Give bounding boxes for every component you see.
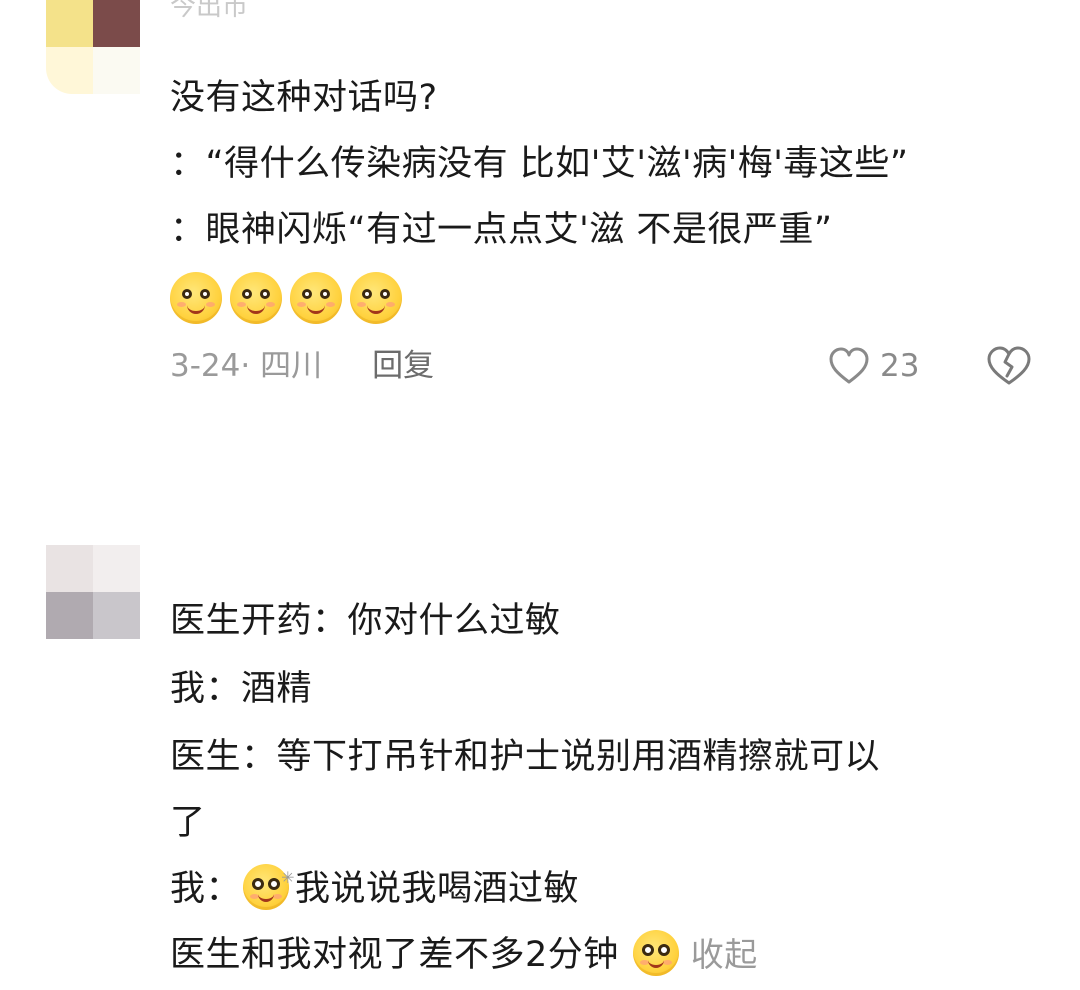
sparkle-icon: ✳ — [281, 868, 296, 887]
comment-text-line: 我：酒精 — [170, 669, 313, 709]
comment-text: 我说说我喝酒过敏 — [295, 869, 580, 909]
comment-text-line: ：“得什么传染病没有 比如'艾'滋'病'梅'毒这些” — [170, 144, 909, 184]
collapse-button[interactable]: 收起 — [691, 935, 758, 974]
emoji-wrapper — [632, 930, 679, 976]
comment-text-line: 医生和我对视了差不多2分钟 收起 — [170, 930, 758, 979]
comment-meta: 3-24· 四川 回复 — [170, 344, 434, 388]
comment-text-line: 我： ✳ 我说说我喝酒过敏 — [170, 864, 580, 913]
smile-emoji-icon — [230, 272, 282, 324]
smile-emoji-icon — [350, 272, 402, 324]
comment-text-line: 医生：等下打吊针和护士说别用酒精擦就可以 — [170, 737, 881, 777]
dislike-button[interactable] — [986, 346, 1032, 390]
comment-text: 医生和我对视了差不多2分钟 — [170, 935, 619, 975]
avatar-block — [46, 0, 93, 47]
comment-date-location: 3-24· 四川 — [170, 348, 323, 384]
comment-page: 今出市 没有这种对话吗? ：“得什么传染病没有 比如'艾'滋'病'梅'毒这些” … — [0, 0, 1080, 990]
comment-text-line: ：眼神闪烁“有过一点点艾'滋 不是很严重” — [170, 210, 833, 250]
comment-text-line: 没有这种对话吗? — [170, 78, 438, 118]
smile-emoji-icon — [170, 272, 222, 324]
emoji-row — [170, 272, 402, 324]
heart-icon — [829, 347, 869, 384]
dazed-emoji-icon — [632, 930, 679, 976]
comment-item: 没有这种对话吗? ：“得什么传染病没有 比如'艾'滋'病'梅'毒这些” ：眼神闪… — [0, 0, 1080, 430]
broken-heart-icon — [987, 346, 1031, 385]
avatar-block — [46, 545, 93, 592]
emoji-wrapper: ✳ — [243, 864, 295, 910]
avatar-block — [93, 47, 140, 94]
avatar-block — [93, 0, 140, 47]
speaker-prefix: 我： — [170, 869, 242, 909]
avatar-block — [46, 592, 93, 639]
like-button[interactable]: 23 — [828, 344, 919, 388]
avatar-block — [93, 592, 140, 639]
comment-text-line: 了 — [170, 803, 206, 843]
comment-item: 医生开药：你对什么过敏 我：酒精 医生：等下打吊针和护士说别用酒精擦就可以 了 … — [0, 535, 1080, 990]
comment-text-line: 医生开药：你对什么过敏 — [170, 601, 561, 641]
avatar-block — [93, 545, 140, 592]
avatar-block — [46, 47, 93, 94]
reply-button[interactable]: 回复 — [372, 344, 434, 388]
like-count: 23 — [880, 348, 920, 384]
smile-emoji-icon — [290, 272, 342, 324]
avatar[interactable] — [46, 545, 140, 639]
avatar[interactable] — [46, 0, 140, 94]
